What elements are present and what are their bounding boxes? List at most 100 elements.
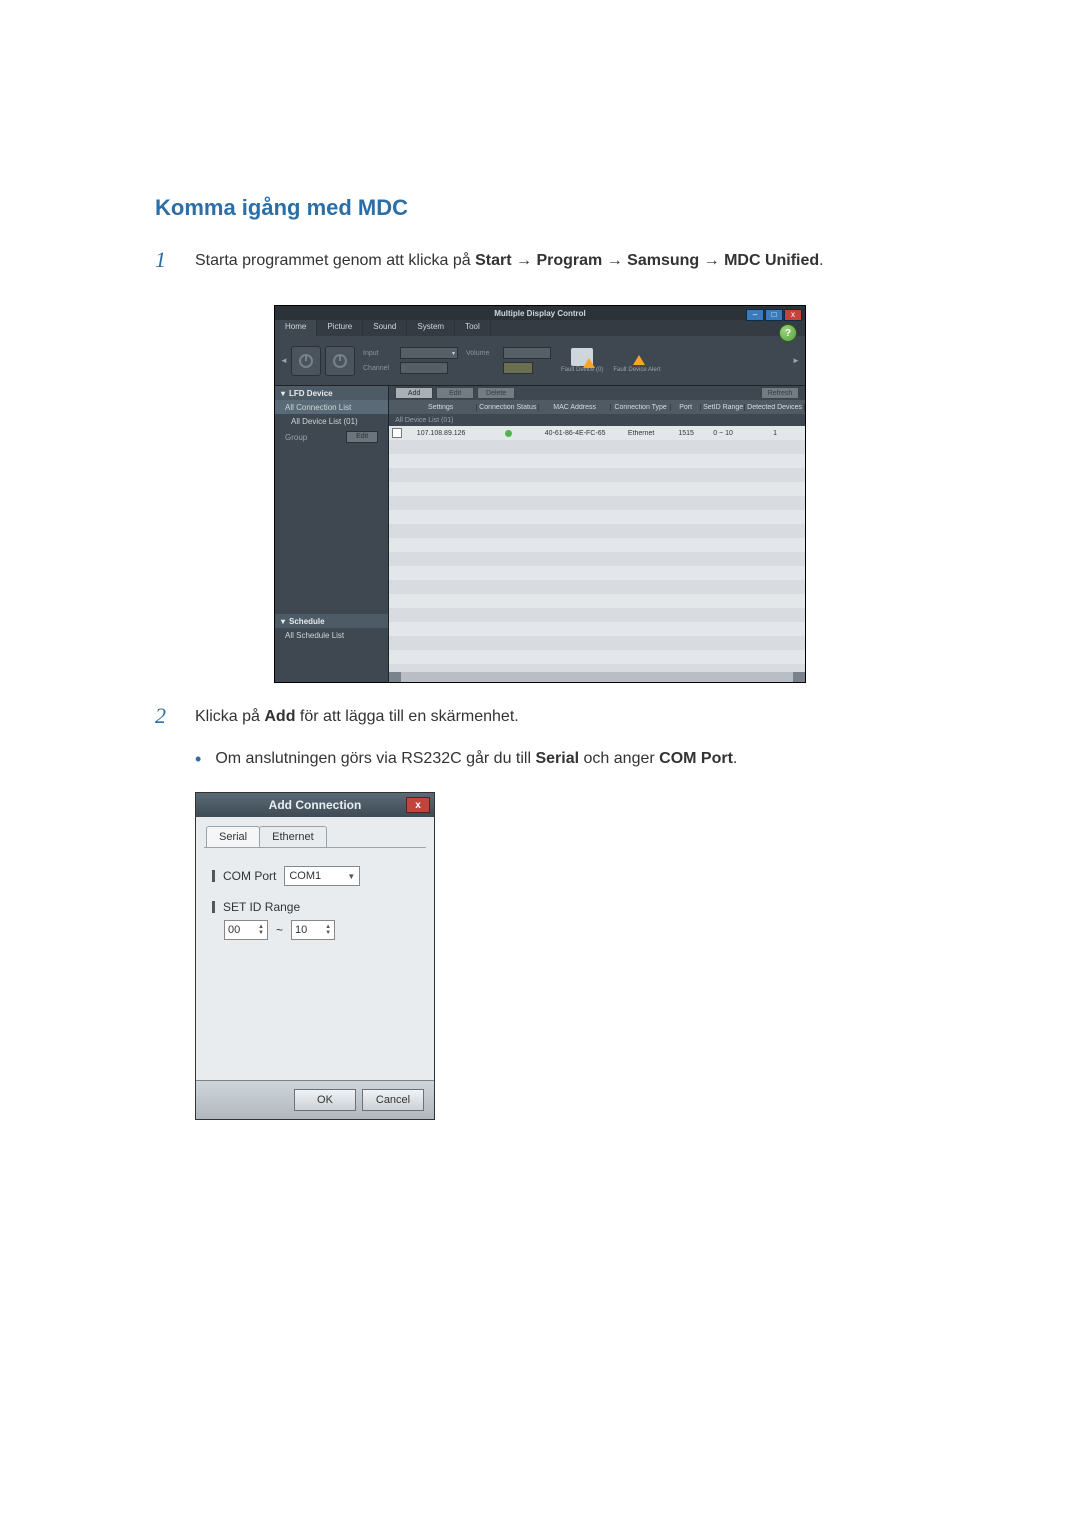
text: Klicka på — [195, 708, 264, 725]
tab-ethernet[interactable]: Ethernet — [259, 826, 327, 847]
ribbon-input-label: Input — [363, 350, 397, 357]
caret-down-icon: ▾ — [281, 617, 285, 626]
volume-input[interactable] — [503, 347, 551, 359]
setid-to-value: 10 — [295, 924, 307, 936]
tab-tool[interactable]: Tool — [455, 320, 491, 336]
scrollbar-thumb-right[interactable] — [793, 672, 805, 682]
setid-to-stepper[interactable]: 10 ▲▼ — [291, 920, 335, 940]
cell-range: 0 ~ 10 — [701, 430, 745, 437]
grid-header-row: Settings Connection Status MAC Address C… — [389, 400, 805, 414]
setid-range-label: SET ID Range — [223, 900, 300, 914]
mdc-window: Multiple Display Control – □ x ? Home Pi… — [274, 305, 806, 683]
channel-input[interactable] — [400, 362, 448, 374]
spinner-arrows-icon[interactable]: ▲▼ — [258, 924, 264, 936]
sidebar-lfd-label: LFD Device — [289, 389, 333, 398]
sidebar-edit-button[interactable]: Edit — [346, 431, 378, 443]
step-2-text: Klicka på Add för att lägga till en skär… — [195, 705, 925, 729]
step-2: 2 Klicka på Add för att lägga till en sk… — [155, 705, 925, 729]
col-settings[interactable]: Settings — [405, 404, 477, 411]
warning-triangle-icon — [626, 348, 648, 366]
fault-device-indicator[interactable]: Fault Device (0) — [561, 348, 603, 374]
com-port-value: COM1 — [289, 870, 321, 882]
tab-system[interactable]: System — [407, 320, 455, 336]
text: Om anslutningen görs via RS232C går du t… — [215, 750, 535, 767]
input-select[interactable]: ▾ — [400, 347, 458, 359]
edit-button[interactable]: Edit — [436, 387, 474, 399]
main-tabs: Home Picture Sound System Tool — [275, 320, 805, 336]
cell-type: Ethernet — [611, 430, 671, 437]
kw-start: Start — [475, 252, 511, 269]
com-port-label: COM Port — [223, 869, 276, 883]
kw-mdc: MDC Unified — [724, 252, 819, 269]
dropdown-arrow-icon: ▼ — [347, 872, 355, 881]
refresh-button[interactable]: Refresh — [761, 387, 799, 399]
sidebar-item-all-device[interactable]: All Device List (01) — [275, 414, 388, 428]
kw-samsung: Samsung — [627, 252, 699, 269]
col-conn-type[interactable]: Connection Type — [611, 404, 671, 411]
text: Starta programmet genom att klicka på — [195, 252, 475, 269]
ribbon-left-arrow-icon[interactable]: ◄ — [281, 356, 287, 365]
col-detected[interactable]: Detected Devices — [745, 404, 805, 411]
spinner-arrows-icon[interactable]: ▲▼ — [325, 924, 331, 936]
add-button[interactable]: Add — [395, 387, 433, 399]
window-minimize-button[interactable]: – — [746, 309, 764, 321]
cancel-button[interactable]: Cancel — [362, 1089, 424, 1111]
dialog-body: COM Port COM1 ▼ SET ID Range 00 ▲▼ ~ 10 … — [204, 847, 426, 1069]
kw-add: Add — [264, 708, 295, 725]
arrow: → — [602, 252, 627, 269]
window-titlebar[interactable]: Multiple Display Control – □ x — [275, 306, 805, 320]
main-area: Add Edit Delete Refresh Settings Connect… — [389, 386, 805, 682]
dialog-titlebar[interactable]: Add Connection x — [196, 793, 434, 817]
sidebar-schedule-header[interactable]: ▾Schedule — [275, 614, 388, 628]
setid-separator: ~ — [276, 923, 283, 937]
ribbon-right-arrow-icon[interactable]: ► — [793, 356, 799, 365]
table-row[interactable]: 107.108.89.126 40-61-86-4E-FC-65 Etherne… — [389, 426, 805, 440]
delete-button[interactable]: Delete — [477, 387, 515, 399]
scrollbar-thumb-left[interactable] — [389, 672, 401, 682]
row-checkbox[interactable] — [392, 428, 402, 438]
text: för att lägga till en skärmenhet. — [295, 708, 518, 725]
sidebar-lfd-header[interactable]: ▾LFD Device — [275, 386, 388, 400]
power-on-icon[interactable] — [291, 346, 321, 376]
step-number: 2 — [155, 705, 173, 729]
setid-from-stepper[interactable]: 00 ▲▼ — [224, 920, 268, 940]
col-setid[interactable]: SetID Range — [701, 404, 745, 411]
arrow: → — [512, 252, 537, 269]
bullet-dot-icon: • — [195, 747, 201, 772]
col-mac[interactable]: MAC Address — [539, 404, 611, 411]
cell-mac: 40-61-86-4E-FC-65 — [539, 430, 611, 437]
ok-button[interactable]: OK — [294, 1089, 356, 1111]
window-maximize-button[interactable]: □ — [765, 309, 783, 321]
tab-picture[interactable]: Picture — [317, 320, 363, 336]
window-close-button[interactable]: x — [784, 309, 802, 321]
ribbon-channel-label: Channel — [363, 365, 397, 372]
horizontal-scrollbar[interactable] — [389, 672, 805, 682]
com-port-select[interactable]: COM1 ▼ — [284, 866, 360, 886]
help-button[interactable]: ? — [779, 324, 797, 342]
sub-bullet: • Om anslutningen görs via RS232C går du… — [195, 747, 925, 772]
grid-body[interactable] — [389, 440, 805, 672]
period: . — [819, 252, 823, 269]
tab-serial[interactable]: Serial — [206, 826, 260, 847]
fault-device-label: Fault Device (0) — [561, 367, 603, 374]
power-off-icon[interactable] — [325, 346, 355, 376]
col-conn-status[interactable]: Connection Status — [477, 404, 539, 411]
step-number: 1 — [155, 249, 173, 273]
tab-home[interactable]: Home — [275, 320, 317, 336]
dialog-footer: OK Cancel — [196, 1080, 434, 1119]
section-heading: Komma igång med MDC — [155, 195, 925, 221]
kw-program: Program — [536, 252, 602, 269]
mute-button[interactable] — [503, 362, 533, 374]
sidebar-item-all-connection[interactable]: All Connection List — [275, 400, 388, 414]
col-port[interactable]: Port — [671, 404, 701, 411]
dialog-tabs: Serial Ethernet — [196, 817, 434, 847]
tab-sound[interactable]: Sound — [363, 320, 407, 336]
com-port-row: COM Port COM1 ▼ — [212, 866, 418, 886]
step-1: 1 Starta programmet genom att klicka på … — [155, 249, 925, 273]
fault-alert-label: Fault Device Alert — [613, 367, 660, 374]
step-1-text: Starta programmet genom att klicka på St… — [195, 249, 925, 273]
monitor-warning-icon — [571, 348, 593, 366]
dialog-close-button[interactable]: x — [406, 797, 430, 813]
fault-alert-indicator[interactable]: Fault Device Alert — [613, 348, 660, 374]
sidebar-item-all-schedule[interactable]: All Schedule List — [275, 628, 388, 642]
